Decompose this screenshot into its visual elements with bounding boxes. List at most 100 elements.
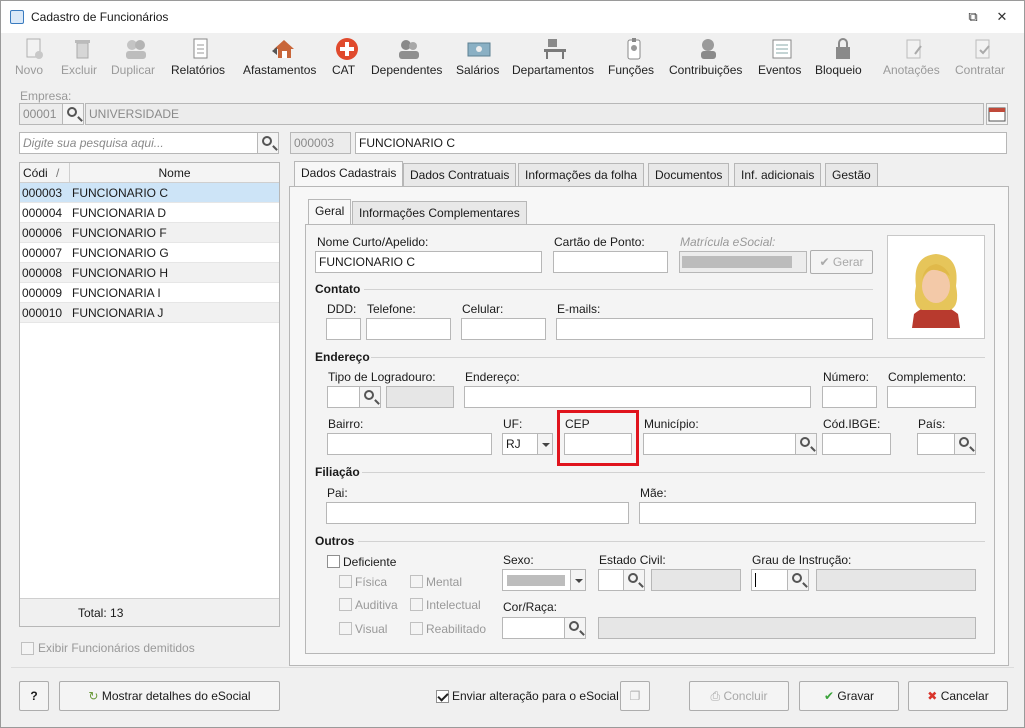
estado-civil-lookup[interactable]: [623, 569, 645, 591]
column-header-code[interactable]: Códi /: [20, 163, 70, 183]
ibge-field[interactable]: [822, 433, 891, 455]
fisica-checkbox[interactable]: [339, 575, 352, 588]
complemento-field[interactable]: [887, 386, 976, 408]
deficiente-label: Deficiente: [343, 555, 397, 569]
cancel-button[interactable]: ✖ Cancelar: [908, 681, 1008, 711]
functions-button[interactable]: Funções: [608, 33, 660, 83]
auditiva-checkbox[interactable]: [339, 598, 352, 611]
grau-instrucao-lookup[interactable]: [787, 569, 809, 591]
pais-lookup[interactable]: [954, 433, 976, 455]
esocial-details-button[interactable]: ↻ Mostrar detalhes do eSocial: [59, 681, 280, 711]
employee-grid[interactable]: Códi / Nome 000003 FUNCIONARIO C 000004 FU…: [19, 162, 280, 627]
masked-value: [507, 575, 565, 586]
reports-button[interactable]: Relatórios: [171, 33, 229, 83]
events-button[interactable]: Eventos: [758, 33, 806, 83]
copy-button[interactable]: ❐: [620, 681, 650, 711]
help-button[interactable]: ?: [19, 681, 49, 711]
contributions-button[interactable]: Contribuições: [669, 33, 749, 83]
tipo-logradouro-lookup[interactable]: [359, 386, 381, 408]
new-button[interactable]: Novo: [15, 33, 51, 83]
tab-gestao[interactable]: Gestão: [825, 163, 878, 187]
estado-civil-label: Estado Civil:: [599, 553, 666, 567]
telefone-field[interactable]: [366, 318, 451, 340]
duplicate-button[interactable]: Duplicar: [111, 33, 161, 83]
intelectual-checkbox[interactable]: [410, 598, 423, 611]
numero-field[interactable]: [822, 386, 877, 408]
table-row[interactable]: 000004 FUNCIONARIA D: [20, 203, 279, 223]
cor-raca-field[interactable]: [502, 617, 565, 639]
reabilitado-checkbox[interactable]: [410, 622, 423, 635]
filiacao-section-title: Filiação: [315, 465, 360, 479]
section-divider: [371, 357, 985, 358]
visual-checkbox[interactable]: [339, 622, 352, 635]
search-input[interactable]: Digite sua pesquisa aqui...: [19, 132, 258, 154]
endereco-section-title: Endereço: [315, 350, 370, 364]
municipio-lookup[interactable]: [795, 433, 817, 455]
tab-documentos[interactable]: Documentos: [648, 163, 730, 187]
lock-icon: [836, 38, 850, 59]
delete-button[interactable]: Excluir: [61, 33, 103, 83]
visual-label: Visual: [355, 622, 388, 636]
chevron-down-icon[interactable]: [570, 569, 586, 591]
tipo-logradouro-field[interactable]: [327, 386, 360, 408]
app-icon: [10, 10, 24, 24]
chevron-down-icon[interactable]: [537, 433, 553, 455]
nome-curto-field[interactable]: FUNCIONARIO C: [315, 251, 542, 273]
mae-field[interactable]: [639, 502, 976, 524]
people-icon: [701, 39, 716, 59]
notes-button[interactable]: Anotações: [883, 33, 945, 83]
cor-raca-lookup[interactable]: [564, 617, 586, 639]
mental-checkbox[interactable]: [410, 575, 423, 588]
tab-geral[interactable]: Geral: [308, 199, 352, 225]
search-button[interactable]: [257, 132, 279, 154]
home-arrow-icon: [272, 40, 294, 58]
close-icon[interactable]: ✕: [991, 7, 1013, 27]
municipio-field[interactable]: [643, 433, 796, 455]
tab-inf-adicionais[interactable]: Inf. adicionais: [734, 163, 822, 187]
show-dismissed-checkbox[interactable]: [21, 642, 34, 655]
emails-field[interactable]: [556, 318, 873, 340]
endereco-label: Endereço:: [465, 370, 520, 384]
red-cross-icon: [336, 38, 358, 60]
tab-informacoes-folha[interactable]: Informações da folha: [518, 163, 645, 187]
grau-instrucao-field[interactable]: [751, 569, 788, 591]
employee-name-field[interactable]: FUNCIONARIO C: [355, 132, 1007, 154]
pai-field[interactable]: [326, 502, 629, 524]
send-esocial-checkbox[interactable]: [436, 690, 449, 703]
departments-button[interactable]: Departamentos: [512, 33, 598, 83]
ddd-field[interactable]: [326, 318, 361, 340]
tab-dados-contratuais[interactable]: Dados Contratuais: [403, 163, 517, 187]
column-header-name[interactable]: Nome: [70, 163, 279, 183]
cartao-ponto-field[interactable]: [553, 251, 668, 273]
save-button[interactable]: ✔ Gravar: [799, 681, 899, 711]
close-icon: ✖: [927, 689, 938, 703]
table-row[interactable]: 000008 FUNCIONARIO H: [20, 263, 279, 283]
bairro-field[interactable]: [327, 433, 492, 455]
sexo-select[interactable]: [502, 569, 571, 591]
table-row[interactable]: 000007 FUNCIONARIO G: [20, 243, 279, 263]
restore-icon[interactable]: ⧉: [962, 7, 984, 27]
dependents-button[interactable]: Dependentes: [371, 33, 447, 83]
lock-button[interactable]: Bloqueio: [815, 33, 871, 83]
estado-civil-field[interactable]: [598, 569, 624, 591]
hire-button[interactable]: Contratar: [955, 33, 1011, 83]
tab-dados-cadastrais[interactable]: Dados Cadastrais: [294, 161, 404, 187]
table-row[interactable]: 000003 FUNCIONARIO C: [20, 183, 279, 203]
table-row[interactable]: 000010 FUNCIONARIA J: [20, 303, 279, 323]
search-icon: [792, 573, 802, 583]
salaries-button[interactable]: Salários: [456, 33, 502, 83]
cat-button[interactable]: CAT: [332, 33, 362, 83]
tab-informacoes-complementares[interactable]: Informações Complementares: [352, 201, 527, 225]
celular-field[interactable]: [461, 318, 546, 340]
pais-field[interactable]: [917, 433, 955, 455]
calendar-button[interactable]: [986, 103, 1008, 125]
uf-select[interactable]: RJ: [502, 433, 539, 455]
leaves-button[interactable]: Afastamentos: [243, 33, 323, 83]
table-row[interactable]: 000009 FUNCIONARIA I: [20, 283, 279, 303]
deficiente-checkbox[interactable]: [327, 555, 340, 568]
gerar-button[interactable]: ✔ Gerar: [810, 250, 873, 274]
endereco-field[interactable]: [464, 386, 811, 408]
employee-photo[interactable]: [887, 235, 985, 339]
concluir-button[interactable]: ⎙ Concluir: [689, 681, 789, 711]
table-row[interactable]: 000006 FUNCIONARIO F: [20, 223, 279, 243]
